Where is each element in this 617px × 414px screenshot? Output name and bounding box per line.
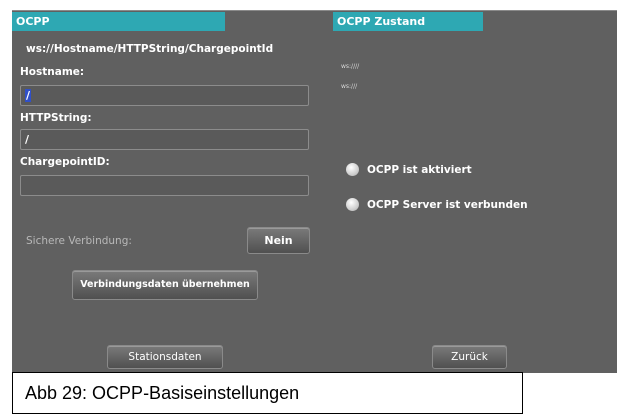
hostname-value: /	[25, 89, 32, 102]
hmi-screen: OCPP OCPP Zustand ws://Hostname/HTTPStri…	[12, 10, 617, 373]
station-data-button[interactable]: Stationsdaten	[107, 345, 223, 369]
ocpp-connected-led	[346, 198, 359, 211]
apply-connection-button[interactable]: Verbindungsdaten übernehmen	[72, 270, 258, 300]
chargepoint-label: ChargepointID:	[20, 156, 110, 168]
ocpp-activated-led	[346, 163, 359, 176]
httpstring-input[interactable]: /	[20, 129, 309, 150]
hostname-input[interactable]: /	[20, 85, 309, 106]
chargepoint-input[interactable]	[20, 175, 309, 196]
figure-caption: Abb 29: OCPP-Basiseinstellungen	[12, 372, 523, 414]
ocpp-connected-label: OCPP Server ist verbunden	[367, 199, 528, 211]
hostname-label: Hostname:	[20, 66, 85, 78]
ocpp-activated-label: OCPP ist aktiviert	[367, 164, 472, 176]
ocpp-header: OCPP	[12, 12, 225, 31]
httpstring-label: HTTPString:	[20, 112, 92, 124]
secure-connection-button[interactable]: Nein	[247, 227, 310, 254]
httpstring-value: /	[25, 133, 30, 146]
secure-connection-label: Sichere Verbindung:	[26, 235, 132, 247]
ocpp-status-header: OCPP Zustand	[333, 12, 483, 31]
ocpp-url-1: ws:////	[341, 63, 360, 70]
back-button[interactable]: Zurück	[432, 345, 507, 369]
ocpp-url-2: ws:///	[341, 83, 358, 90]
url-template: ws://Hostname/HTTPString/ChargepointId	[26, 43, 274, 55]
